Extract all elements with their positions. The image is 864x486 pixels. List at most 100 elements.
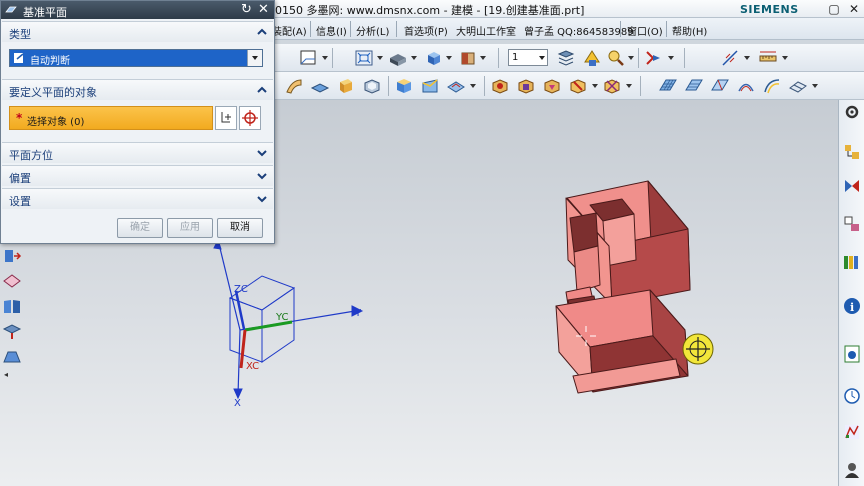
history-icon[interactable] xyxy=(842,344,862,364)
sketch-curve-icon[interactable] xyxy=(2,246,22,266)
role-icon[interactable] xyxy=(842,460,862,480)
type-dropdown-value: 自动判断 xyxy=(30,56,70,67)
toolbar-separator xyxy=(638,48,639,68)
swept-surface-icon[interactable] xyxy=(762,76,782,96)
replace-face-icon[interactable] xyxy=(446,76,466,96)
menu-preferences[interactable]: 首选项(P) xyxy=(404,23,448,38)
sweep-icon[interactable] xyxy=(284,76,304,96)
solid-part[interactable] xyxy=(555,180,691,394)
shaded-view-icon[interactable] xyxy=(388,48,408,68)
menu-help[interactable]: 帮助(H) xyxy=(672,23,707,38)
chevron-up-icon[interactable] xyxy=(256,26,268,38)
cancel-button[interactable]: 取消 xyxy=(217,218,263,238)
constraint-navigator-icon[interactable] xyxy=(842,176,862,196)
help-search-icon[interactable] xyxy=(606,48,626,68)
menu-information[interactable]: 信息(I) xyxy=(316,23,347,38)
chevron-down-icon xyxy=(252,56,258,60)
curve-rule-button[interactable] xyxy=(215,106,237,130)
move-to-layer-icon[interactable] xyxy=(582,48,602,68)
fit-view-icon[interactable] xyxy=(354,48,374,68)
dropdown-arrow-icon[interactable] xyxy=(626,84,632,88)
visualization-icon[interactable] xyxy=(842,422,862,442)
settings-group-header[interactable]: 设置 xyxy=(2,188,273,209)
dropdown-arrow-icon[interactable] xyxy=(377,56,383,60)
menu-assembly[interactable]: 装配(A) xyxy=(272,23,307,38)
type-dropdown[interactable]: 自动判断 xyxy=(9,49,263,67)
stitch-icon[interactable] xyxy=(2,320,22,340)
offset-face-icon[interactable] xyxy=(336,76,356,96)
restore-window-button[interactable]: ▢ xyxy=(826,1,842,17)
yc-label: YC xyxy=(275,312,289,323)
snap-point-icon[interactable] xyxy=(720,48,740,68)
toolbar-separator xyxy=(498,48,499,68)
shell-icon[interactable] xyxy=(362,76,382,96)
subtract-icon[interactable] xyxy=(516,76,536,96)
assembly-navigator-icon[interactable] xyxy=(842,142,862,162)
shaded-cube-icon[interactable] xyxy=(424,48,444,68)
dropdown-arrow-icon[interactable] xyxy=(480,56,486,60)
measure-distance-icon[interactable] xyxy=(758,48,778,68)
pattern-icon[interactable] xyxy=(568,76,588,96)
orientation-group-header[interactable]: 平面方位 xyxy=(2,142,273,163)
reset-icon[interactable]: ↻ xyxy=(241,2,252,17)
pad-icon[interactable] xyxy=(2,346,22,366)
chevron-down-icon[interactable] xyxy=(256,193,268,205)
extend-surface-icon[interactable] xyxy=(710,76,730,96)
menu-studio[interactable]: 大明山工作室 xyxy=(456,23,516,38)
dropdown-arrow-icon[interactable] xyxy=(668,56,674,60)
reuse-library-icon[interactable] xyxy=(842,252,862,272)
dropdown-arrow-icon[interactable] xyxy=(628,56,634,60)
mirror-icon[interactable] xyxy=(602,76,622,96)
through-curves-icon[interactable] xyxy=(684,76,704,96)
menu-window[interactable]: 窗口(O) xyxy=(627,23,663,38)
menu-separator xyxy=(620,21,621,37)
dropdown-arrow-icon[interactable] xyxy=(322,56,328,60)
intersect-icon[interactable] xyxy=(542,76,562,96)
chevron-down-icon[interactable] xyxy=(256,147,268,159)
dropdown-arrow-icon[interactable] xyxy=(592,84,598,88)
layer-settings-icon[interactable] xyxy=(556,48,576,68)
chevron-up-icon[interactable] xyxy=(256,84,268,96)
offset-group-header[interactable]: 偏置 xyxy=(2,165,273,186)
dropdown-arrow-icon[interactable] xyxy=(446,56,452,60)
dropdown-arrow-icon[interactable] xyxy=(470,84,476,88)
extrude-face-icon[interactable] xyxy=(2,270,22,290)
select-object-field[interactable]: * 选择对象 (0) xyxy=(9,106,213,130)
point-dialog-button[interactable] xyxy=(239,106,261,130)
objects-group-header[interactable]: 要定义平面的对象 xyxy=(2,79,273,100)
dropdown-arrow-icon[interactable] xyxy=(411,56,417,60)
surface-grid-icon[interactable] xyxy=(658,76,678,96)
part-navigator-icon[interactable] xyxy=(842,214,862,234)
select-filter-icon[interactable] xyxy=(644,48,664,68)
close-window-button[interactable]: ✕ xyxy=(846,1,862,17)
dropdown-arrow-icon[interactable] xyxy=(812,84,818,88)
curve-offset-icon[interactable] xyxy=(736,76,756,96)
y-axis-label: Y xyxy=(354,308,362,319)
display-mode-icon[interactable] xyxy=(298,48,318,68)
work-layer-select[interactable]: 1 xyxy=(508,49,548,66)
sew-surface-icon[interactable] xyxy=(788,76,808,96)
dropdown-arrow-icon[interactable] xyxy=(744,56,750,60)
dropdown-arrow-icon[interactable] xyxy=(782,56,788,60)
edit-color-icon[interactable] xyxy=(458,48,478,68)
dialog-title-bar[interactable]: 基准平面 ↻ ✕ xyxy=(1,1,274,19)
menu-author-contact[interactable]: 曾子孟 QQ:864583989 xyxy=(524,23,634,38)
clock-icon[interactable] xyxy=(842,386,862,406)
unite-icon[interactable] xyxy=(490,76,510,96)
draft-icon[interactable] xyxy=(420,76,440,96)
ok-button[interactable]: 确定 xyxy=(117,218,163,238)
scroll-left-icon[interactable]: ◂ xyxy=(4,370,8,379)
type-group-header[interactable]: 类型 xyxy=(2,21,273,42)
book-surface-icon[interactable] xyxy=(2,296,22,316)
siemens-logo: SIEMENS xyxy=(740,3,799,16)
trim-body-icon[interactable] xyxy=(310,76,330,96)
block-icon[interactable] xyxy=(394,76,414,96)
chevron-down-icon[interactable] xyxy=(256,170,268,182)
type-dropdown-button[interactable] xyxy=(247,50,262,66)
resource-settings-icon[interactable] xyxy=(842,102,862,122)
close-icon[interactable]: ✕ xyxy=(258,2,269,17)
x-axis-label: X xyxy=(234,398,241,409)
menu-analysis[interactable]: 分析(L) xyxy=(356,23,389,38)
apply-button[interactable]: 应用 xyxy=(167,218,213,238)
info-web-icon[interactable]: i xyxy=(842,296,862,316)
